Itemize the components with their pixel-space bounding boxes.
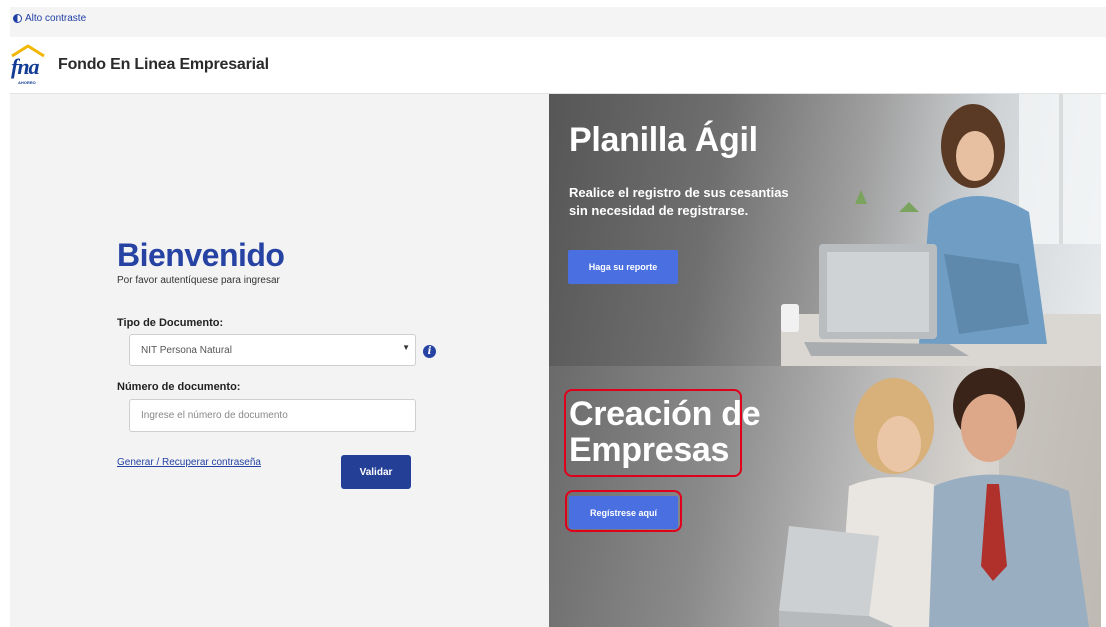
button-highlight-box (565, 490, 682, 532)
promo1-text-line2: sin necesidad de registrarse. (569, 203, 749, 218)
high-contrast-toggle[interactable]: Alto contraste (13, 13, 86, 24)
recover-password-link[interactable]: Generar / Recuperar contraseña (117, 457, 261, 468)
validate-button[interactable]: Validar (341, 455, 411, 489)
logo-subtext: AHORRO (18, 80, 36, 85)
promo1-text-line1: Realice el registro de sus cesantias (569, 185, 789, 200)
site-header: fna AHORRO Fondo En Linea Empresarial (10, 37, 1106, 94)
accessibility-bar: Alto contraste (10, 7, 1106, 37)
report-button[interactable]: Haga su reporte (568, 250, 678, 284)
site-title: Fondo En Linea Empresarial (58, 56, 269, 73)
promo-planilla-agil: Planilla Ágil Realice el registro de sus… (549, 94, 1101, 366)
logo-text: fna (11, 54, 40, 79)
doc-type-label: Tipo de Documento: (117, 317, 224, 329)
doc-type-select[interactable]: NIT Persona Natural ▼ (129, 334, 416, 366)
promo-creacion-empresas: Creación de Empresas Regístrese aquí (549, 366, 1101, 627)
promo1-title: Planilla Ágil (569, 121, 758, 159)
doc-type-value: NIT Persona Natural (141, 345, 232, 356)
high-contrast-label: Alto contraste (25, 13, 87, 24)
fna-logo[interactable]: fna AHORRO (10, 44, 46, 88)
info-icon[interactable]: i (423, 345, 436, 358)
doc-number-label: Número de documento: (117, 381, 241, 393)
contrast-icon (13, 14, 22, 23)
title-highlight-box (564, 389, 742, 477)
login-panel: Bienvenido Por favor autentíquese para i… (10, 94, 549, 627)
dropdown-arrow-icon: ▼ (402, 343, 410, 352)
welcome-subtitle: Por favor autentíquese para ingresar (117, 275, 280, 286)
doc-number-input[interactable] (129, 399, 416, 432)
welcome-title: Bienvenido (117, 237, 285, 273)
